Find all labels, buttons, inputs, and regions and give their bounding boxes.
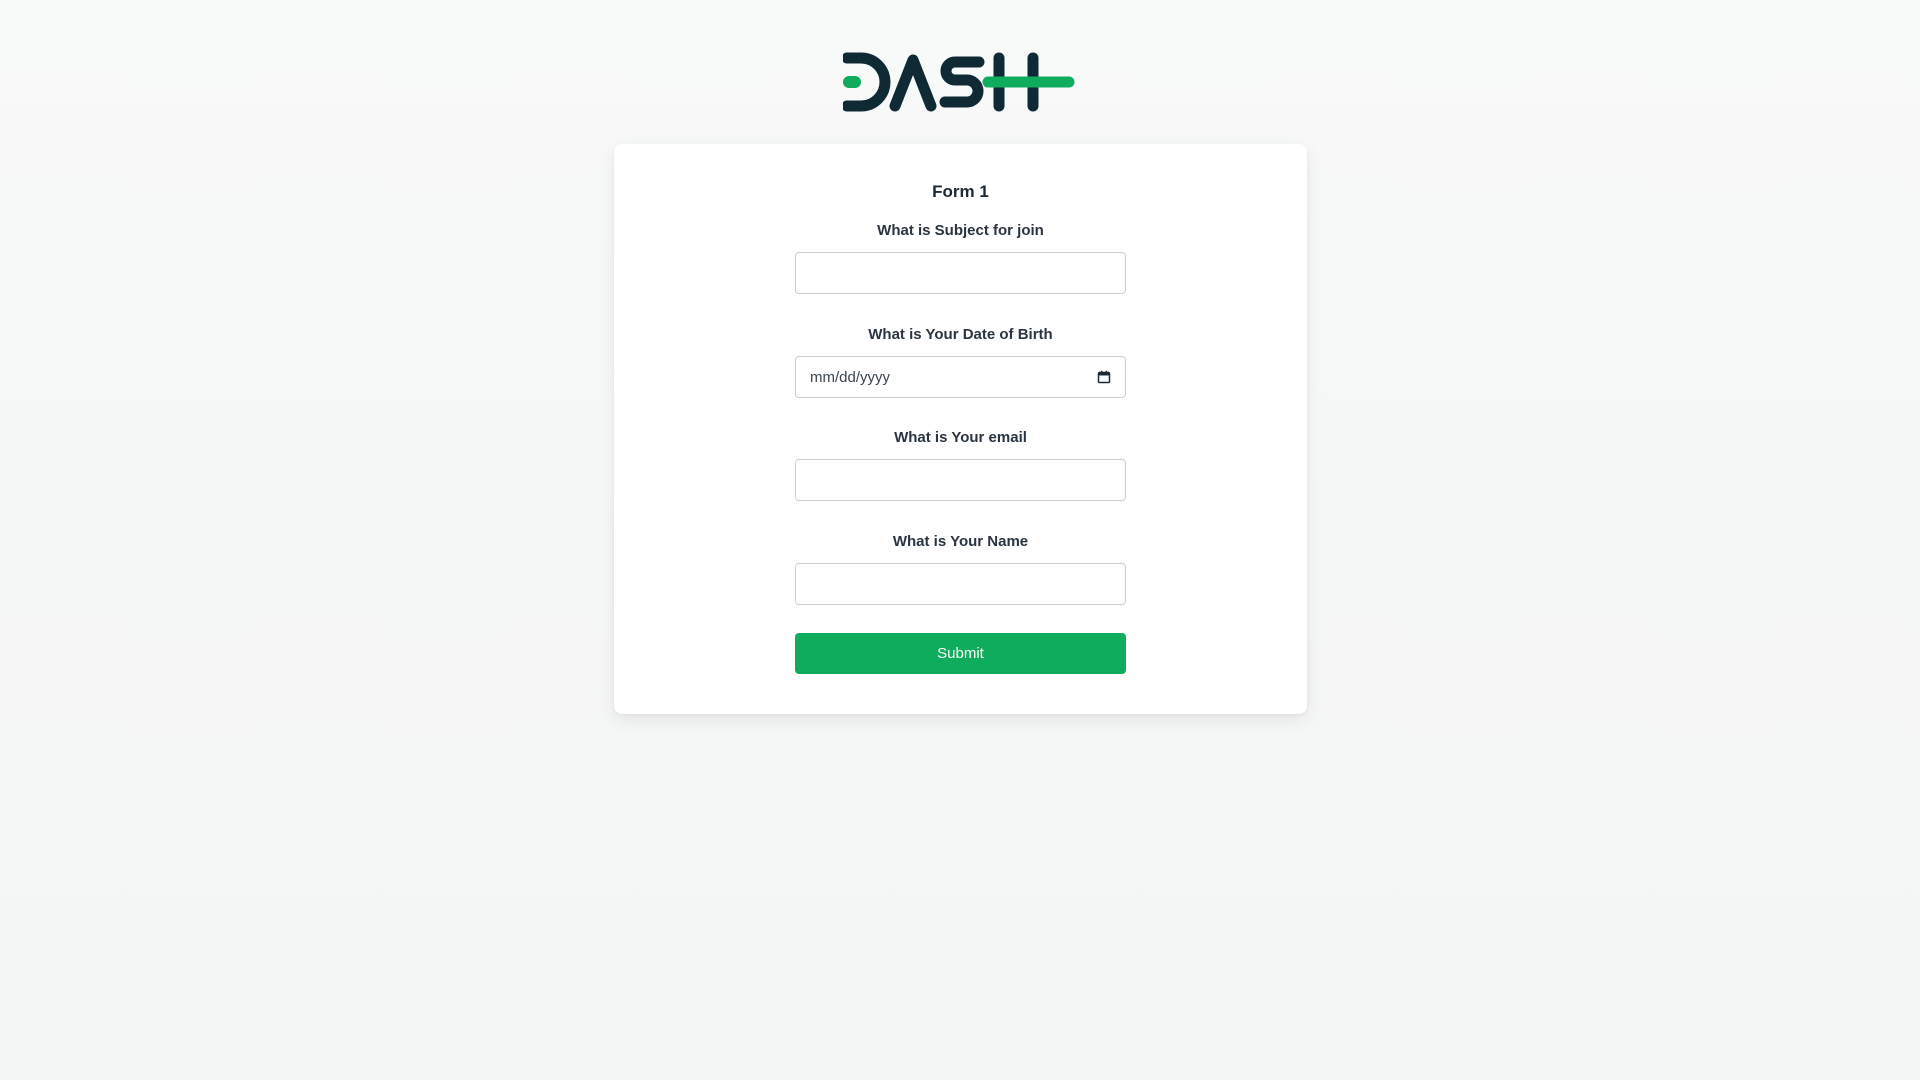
email-field-group: What is Your email bbox=[795, 429, 1126, 501]
dob-label: What is Your Date of Birth bbox=[868, 326, 1053, 343]
email-label: What is Your email bbox=[894, 429, 1027, 446]
calendar-icon[interactable] bbox=[1097, 370, 1111, 384]
name-label: What is Your Name bbox=[892, 533, 1029, 550]
dob-placeholder: mm/dd/yyyy bbox=[810, 368, 891, 386]
submit-button[interactable]: Submit bbox=[795, 633, 1126, 674]
dob-field-group: What is Your Date of Birth mm/dd/yyyy bbox=[795, 326, 1126, 398]
email-input[interactable] bbox=[795, 459, 1126, 501]
subject-input[interactable] bbox=[795, 252, 1126, 294]
logo-letter-s bbox=[939, 56, 985, 108]
form-title: Form 1 bbox=[932, 182, 989, 201]
logo-dot bbox=[843, 76, 861, 88]
dash-logo bbox=[843, 52, 1075, 112]
subject-field-group: What is Subject for join bbox=[795, 222, 1126, 294]
logo-letter-a bbox=[889, 54, 937, 112]
name-field-group: What is Your Name bbox=[795, 533, 1126, 605]
dob-input[interactable]: mm/dd/yyyy bbox=[795, 356, 1126, 398]
form-card: Form 1 What is Subject for join What is … bbox=[614, 144, 1307, 714]
name-input[interactable] bbox=[795, 563, 1126, 605]
subject-label: What is Subject for join bbox=[877, 222, 1044, 239]
